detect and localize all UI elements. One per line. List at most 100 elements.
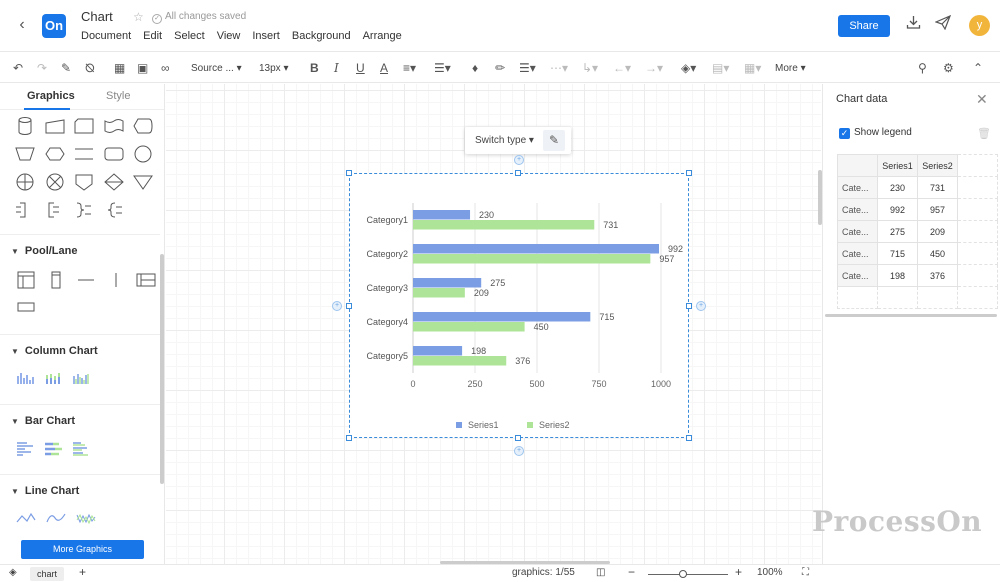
table-category-cell[interactable]: Cate... [837,220,878,243]
merge-shape-icon[interactable] [132,172,154,192]
separator-vertical-icon[interactable] [106,271,126,289]
table-corner-cell[interactable] [837,154,878,177]
table-category-cell[interactable]: Cate... [837,176,878,199]
delete-icon[interactable]: 🗑 [977,127,991,140]
map-icon[interactable]: ◫ [596,567,605,578]
zoom-level[interactable]: 100% [757,567,783,578]
line-spacing-icon[interactable]: ≡▾ [403,60,416,76]
link-icon[interactable]: ∞ [161,60,170,76]
brace-right-shape-icon[interactable] [73,200,95,220]
tab-style[interactable]: Style [106,90,130,102]
close-icon[interactable]: ✕ [976,91,988,108]
table-cell[interactable]: 992 [877,198,918,221]
more-graphics-button[interactable]: More Graphics [21,540,144,559]
table-cell[interactable]: 198 [877,264,918,287]
find-icon[interactable]: ⚲ [918,60,927,76]
redo-icon[interactable]: ↷ [37,60,47,76]
underline-icon[interactable]: U [356,60,365,76]
bar-chart[interactable]: 0 250 500 750 1000 Category1 230 731 Category2 99… [349,173,691,440]
brace-left-shape-icon[interactable] [103,200,125,220]
table-empty-cell[interactable] [957,242,998,265]
zoom-in-icon[interactable]: + [735,565,742,579]
table-empty-cell[interactable] [957,264,998,287]
section-header[interactable]: ▼ Bar Chart [11,415,75,427]
page-tab[interactable]: chart [30,567,65,581]
fill-color-icon[interactable]: ♦ [472,60,478,76]
card-shape-icon[interactable] [73,116,95,136]
lane-strip-icon[interactable] [16,301,36,313]
table-cell[interactable]: 450 [917,242,958,265]
connect-point-left-icon[interactable]: + [332,301,342,311]
table-header-cell[interactable]: Series1 [877,154,918,177]
menu-insert[interactable]: Insert [252,30,280,42]
font-size-select[interactable]: 13px ▾ [259,61,289,77]
table-empty-cell[interactable] [877,286,918,309]
menu-edit[interactable]: Edit [143,30,162,42]
italic-icon[interactable]: I [334,60,339,76]
rounded-rect-shape-icon[interactable] [103,144,125,164]
show-legend-checkbox[interactable]: ✓ Show legend [839,127,912,139]
table-category-cell[interactable]: Cate... [837,198,878,221]
font-color-icon[interactable]: A [380,60,388,76]
line-chart-icon[interactable] [16,511,36,525]
parallel-lines-shape-icon[interactable] [73,144,95,164]
connect-point-top-icon[interactable]: + [514,155,524,165]
zoom-slider-knob[interactable] [679,570,687,578]
resize-handle-sw[interactable] [346,435,352,441]
avatar[interactable]: y [969,15,990,36]
sort-shape-icon[interactable] [103,172,125,192]
resize-handle-s[interactable] [515,435,521,441]
menu-background[interactable]: Background [292,30,351,42]
table-header-cell[interactable]: Series2 [917,154,958,177]
settings-sliders-icon[interactable]: ⚙ [943,60,954,76]
pool-horizontal-icon[interactable] [16,271,36,289]
distribute-icon[interactable]: ▦▾ [744,60,761,76]
resize-handle-e[interactable] [686,303,692,309]
line-color-icon[interactable]: ✏ [495,60,505,76]
display-shape-icon[interactable] [132,116,154,136]
table-empty-cell[interactable] [957,286,998,309]
line-width-icon[interactable]: ☰▾ [519,60,536,76]
resize-handle-n[interactable] [515,170,521,176]
table-cell[interactable]: 957 [917,198,958,221]
table-cell[interactable]: 376 [917,264,958,287]
table-empty-cell[interactable] [837,286,878,309]
resize-handle-nw[interactable] [346,170,352,176]
left-panel-scrollbar[interactable] [160,254,164,484]
section-header[interactable]: ▼ Column Chart [11,345,98,357]
zoom-out-icon[interactable]: − [628,565,635,579]
line-style-icon[interactable]: ⋯▾ [550,60,568,76]
grid-icon[interactable]: ▦ [114,60,125,76]
table-cell[interactable]: 731 [917,176,958,199]
align-icon[interactable]: ☰▾ [434,60,451,76]
back-arrow-icon[interactable]: ‹ [13,16,31,34]
multi-line-chart-icon[interactable] [76,511,96,525]
manual-input-shape-icon[interactable] [44,116,66,136]
document-title[interactable]: Chart [81,9,113,24]
or-shape-icon[interactable] [14,172,36,192]
table-category-cell[interactable]: Cate... [837,242,878,265]
switch-type-dropdown[interactable]: Switch type ▾ [475,135,534,146]
menu-document[interactable]: Document [81,30,131,42]
table-category-cell[interactable]: Cate... [837,264,878,287]
format-painter-icon[interactable]: ✎ [61,60,71,76]
table-cell[interactable]: 230 [877,176,918,199]
table-cell[interactable]: 275 [877,220,918,243]
stacked-bar-chart-icon[interactable] [44,441,64,457]
more-menu[interactable]: More ▾ [775,61,806,77]
summing-junction-shape-icon[interactable] [44,172,66,192]
menu-view[interactable]: View [217,30,241,42]
font-family-select[interactable]: Source ... ▾ [191,61,242,77]
connect-point-right-icon[interactable]: + [696,301,706,311]
bar-chart-icon[interactable] [16,441,36,457]
grouped-bar-chart-icon[interactable] [72,441,92,457]
menu-arrange[interactable]: Arrange [363,30,402,42]
table-cell[interactable]: 715 [877,242,918,265]
edit-pencil-icon[interactable]: ✎ [543,130,565,151]
share-button[interactable]: Share [838,15,890,37]
off-page-shape-icon[interactable] [73,172,95,192]
lane-icon[interactable] [136,271,156,289]
connect-point-bottom-icon[interactable]: + [514,446,524,456]
clear-format-icon[interactable]: ⦰ [85,60,95,76]
add-page-icon[interactable]: + [79,565,86,579]
